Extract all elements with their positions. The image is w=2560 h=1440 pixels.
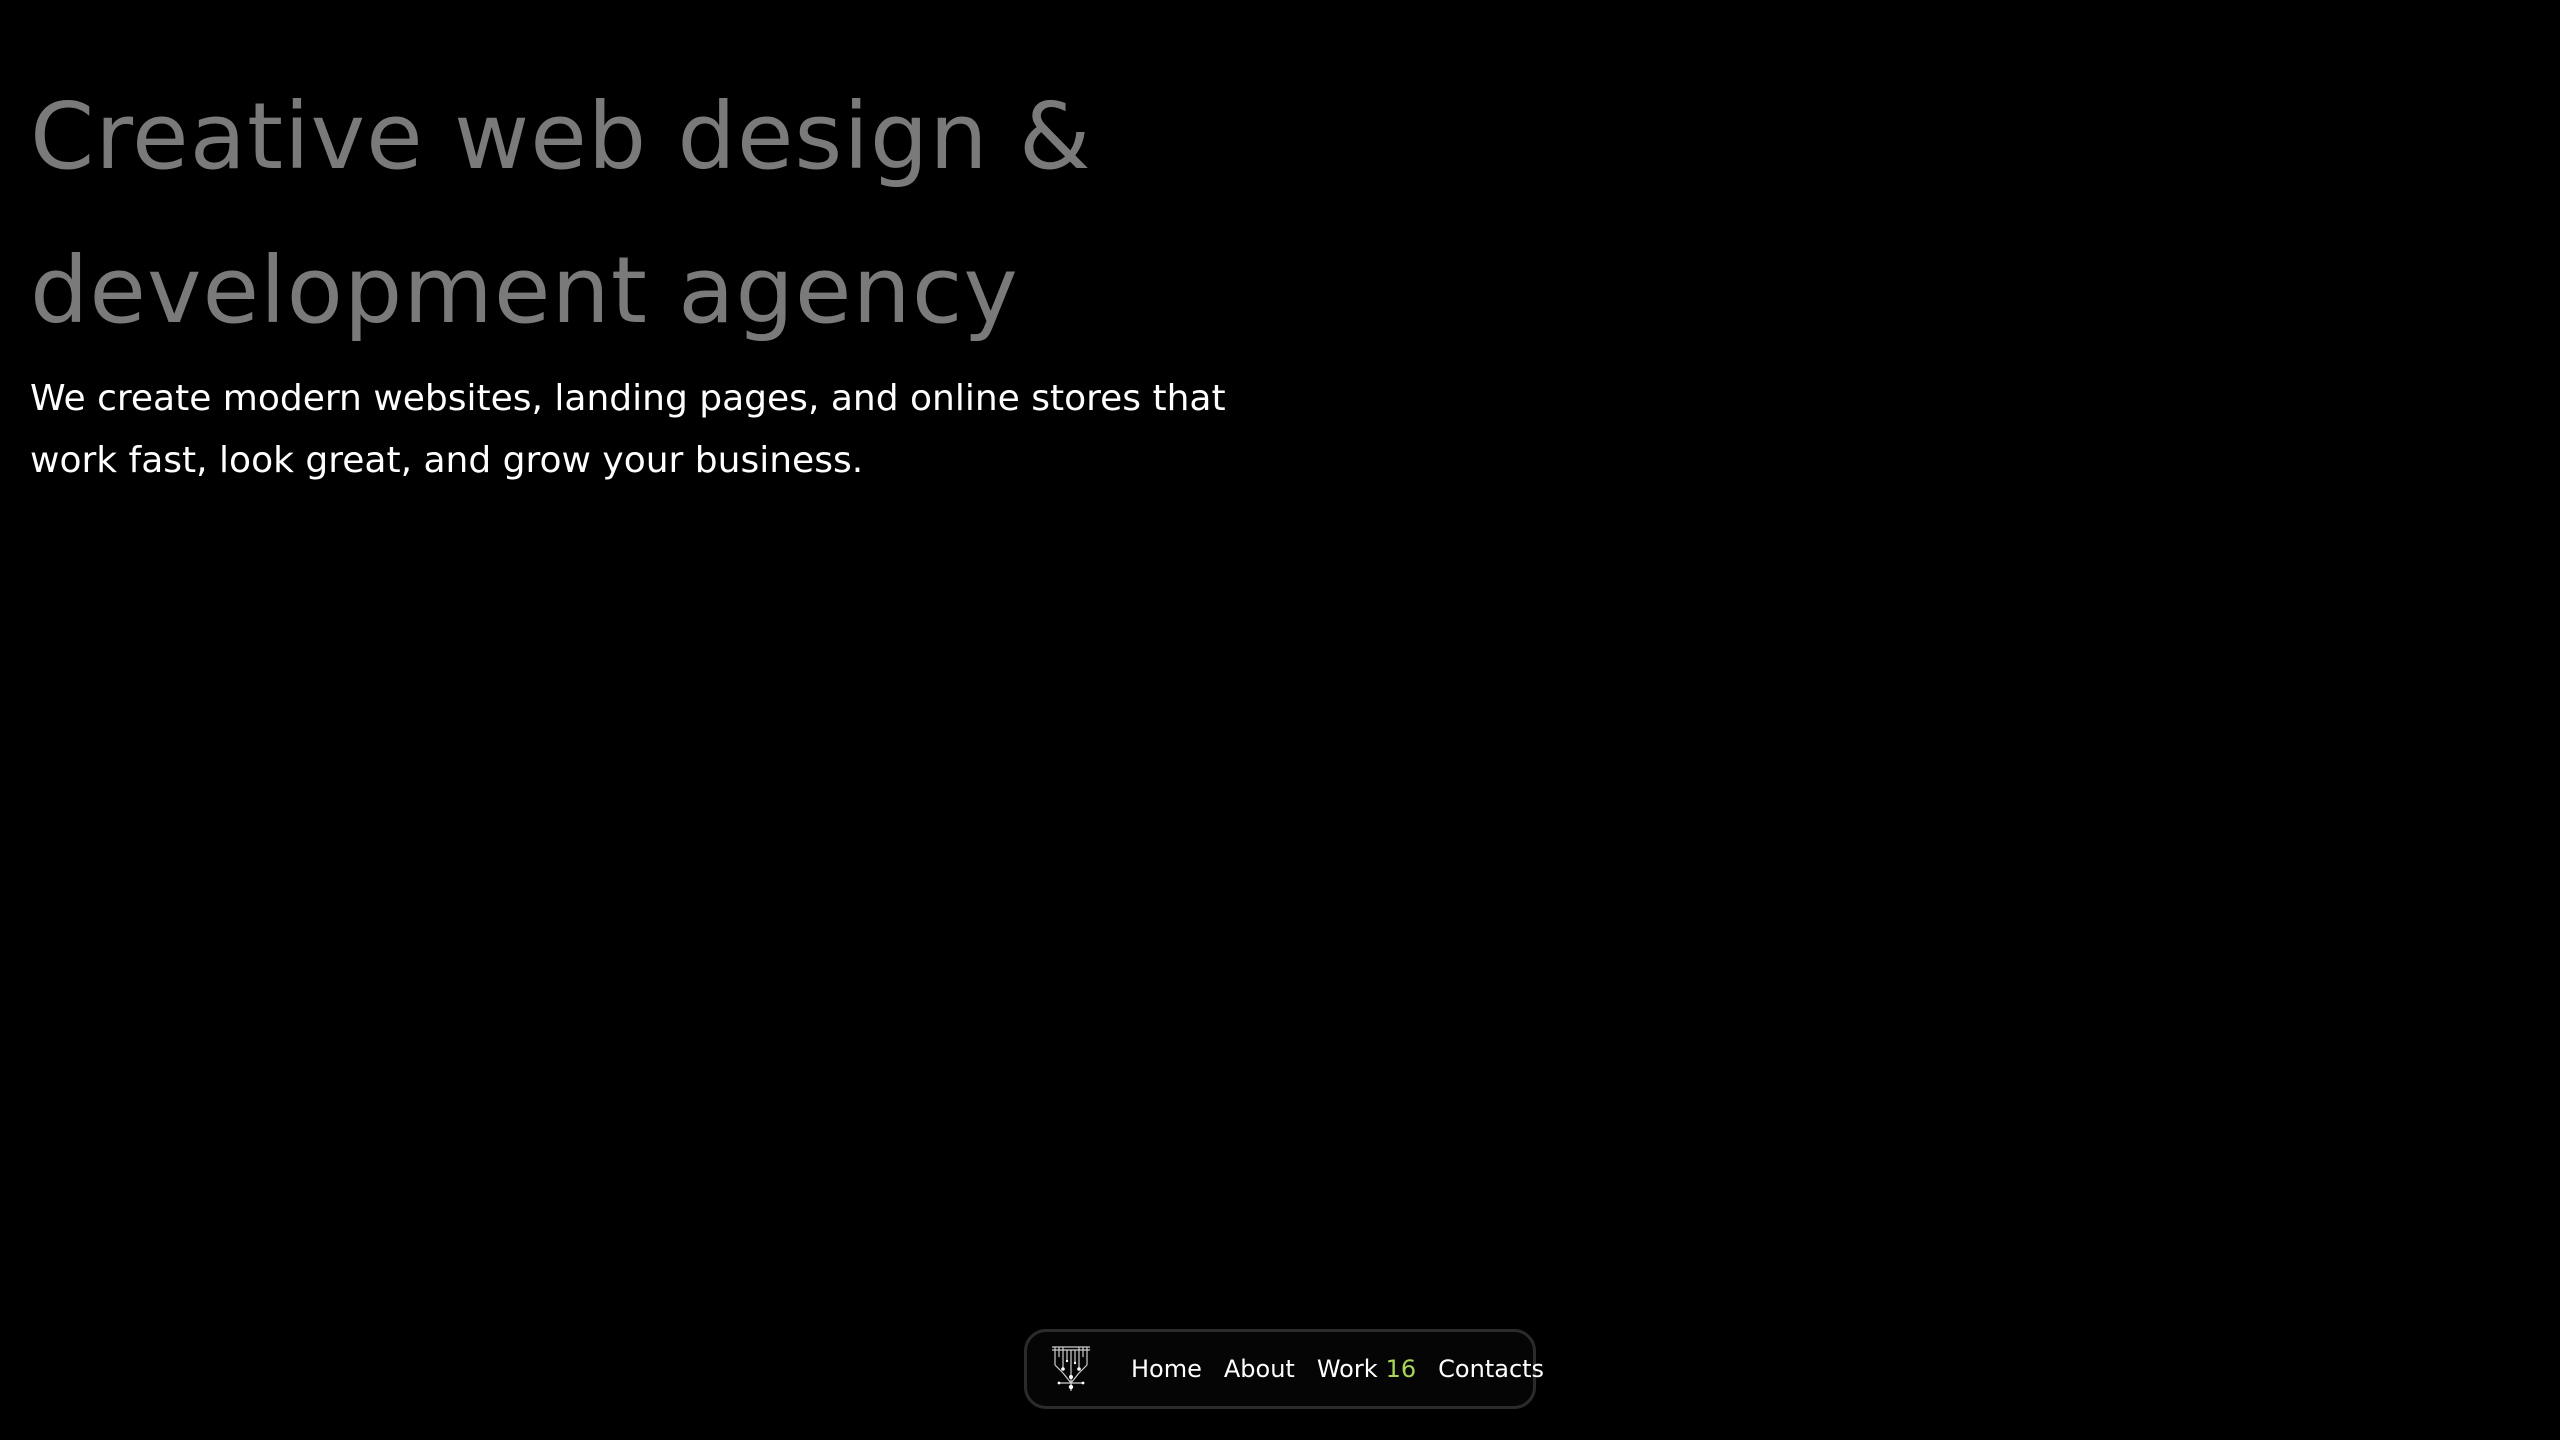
page-title-line-1: Creative web design &: [30, 83, 1092, 190]
nav-home-link[interactable]: Home: [1131, 1355, 1202, 1383]
nav-contacts-link[interactable]: Contacts: [1438, 1355, 1544, 1383]
page-title: Creative web design & development agency: [30, 60, 1270, 368]
page-title-line-2: development agency: [30, 237, 1019, 344]
logo-icon[interactable]: [1049, 1343, 1093, 1395]
nav-work-link[interactable]: Work 16: [1317, 1355, 1416, 1383]
nav-about-link[interactable]: About: [1224, 1355, 1295, 1383]
hero-description-line-1: We create modern websites, landing pages…: [30, 378, 1226, 419]
hero-description-line-2: work fast, look great, and grow your bus…: [30, 440, 864, 481]
nav-work-label: Work: [1316, 1355, 1378, 1383]
abstract-mark-icon: [1052, 1346, 1090, 1391]
hero-section: Creative web design & development agency…: [30, 60, 1270, 492]
hero-description: We create modern websites, landing pages…: [30, 368, 1230, 492]
nav-links: Home About Work 16 Contacts: [1131, 1355, 1544, 1383]
bottom-navigation-bar: Home About Work 16 Contacts: [1024, 1329, 1544, 1409]
work-count-badge: 16: [1385, 1355, 1417, 1383]
